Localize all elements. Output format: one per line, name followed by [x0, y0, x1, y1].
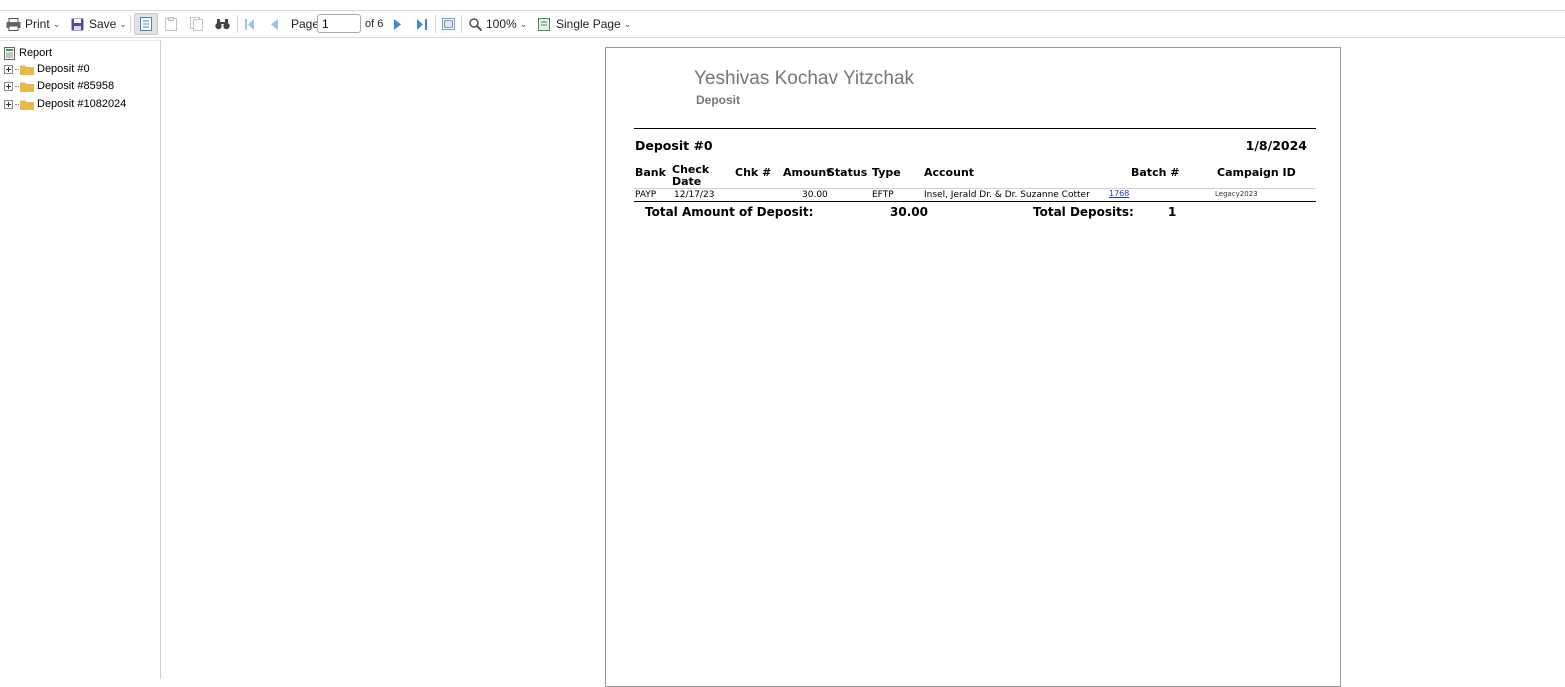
expand-icon[interactable] — [4, 99, 13, 109]
document-map-icon — [140, 17, 152, 31]
document-map-panel: Report Deposit #0 Deposit #85958 Deposit… — [0, 40, 161, 679]
column-header-account: Account — [924, 166, 975, 179]
last-page-icon — [417, 18, 427, 30]
folder-icon — [20, 100, 34, 110]
export-button[interactable] — [190, 11, 203, 37]
header-rule — [634, 128, 1316, 129]
zoom-value: 100% — [486, 17, 517, 31]
folder-icon — [20, 82, 34, 92]
tree-item-label: Deposit #85958 — [37, 80, 115, 92]
cell-bank: PAYP — [635, 190, 657, 200]
toolbar-separator — [130, 15, 131, 33]
deposit-date: 1/8/2024 — [1245, 138, 1307, 153]
toolbar-separator — [237, 15, 238, 33]
cell-amount: 30.00 — [802, 190, 828, 200]
report-icon — [4, 46, 15, 60]
total-deposits-value: 1 — [1168, 205, 1177, 219]
chevron-down-icon: ⌄ — [623, 18, 632, 29]
previous-page-button[interactable] — [271, 11, 278, 37]
cell-campaign: Legacy2023 — [1215, 190, 1258, 198]
tree-connector — [15, 68, 19, 70]
print-layout-button[interactable] — [442, 11, 455, 37]
copy-button[interactable] — [165, 11, 177, 37]
save-button[interactable]: Save ⌄ — [71, 11, 127, 37]
total-deposits-label: Total Deposits: — [1033, 205, 1134, 219]
report-subtitle: Deposit — [696, 93, 741, 107]
document-map-toggle-button[interactable] — [134, 13, 158, 35]
report-viewer-toolbar: Print ⌄ Save ⌄ Page 1 of 6 100% ⌄ Single… — [0, 11, 1565, 38]
chevron-right-icon — [394, 18, 401, 30]
report-page: Yeshivas Kochav Yitzchak Deposit Deposit… — [605, 47, 1341, 687]
folder-icon — [20, 65, 34, 75]
last-page-button[interactable] — [417, 11, 427, 37]
total-amount-label: Total Amount of Deposit: — [645, 205, 814, 219]
organization-name: Yeshivas Kochav Yitzchak — [694, 68, 915, 89]
tree-item-deposit[interactable]: Deposit #0 — [4, 61, 90, 77]
column-header-campaign: Campaign ID — [1217, 166, 1296, 179]
total-amount-value: 30.00 — [890, 205, 928, 219]
tree-root-label: Report — [19, 47, 53, 59]
column-header-check-date-line2: Date — [672, 175, 702, 188]
chevron-down-icon: ⌄ — [119, 18, 127, 29]
magnifier-icon — [469, 17, 482, 31]
print-label: Print — [25, 17, 50, 31]
cell-account: Insel, Jerald Dr. & Dr. Suzanne Cotter — [924, 190, 1090, 200]
column-header-status: Status — [827, 166, 868, 179]
tree-item-label: Deposit #1082024 — [37, 98, 127, 110]
print-layout-icon — [442, 18, 455, 30]
chevron-down-icon: ⌄ — [52, 18, 61, 29]
column-header-bank: Bank — [635, 166, 666, 179]
batch-link[interactable]: 1768 — [1109, 189, 1129, 198]
page-label: Page — [291, 17, 320, 31]
tree-connector — [15, 85, 19, 87]
documents-icon — [190, 17, 203, 31]
page-count-label: of 6 — [365, 18, 384, 30]
column-header-type: Type — [872, 166, 901, 179]
chevron-left-icon — [271, 18, 278, 30]
clipboard-icon — [165, 17, 177, 31]
zoom-dropdown[interactable]: 100% ⌄ — [469, 11, 527, 37]
find-button[interactable] — [215, 11, 230, 37]
page-number-input[interactable] — [317, 14, 361, 33]
printer-icon — [6, 17, 21, 31]
cell-check-date: 12/17/23 — [674, 190, 715, 200]
save-label: Save — [89, 17, 117, 31]
first-page-button[interactable] — [245, 11, 255, 37]
totals-rule — [634, 201, 1316, 202]
tree-item-deposit[interactable]: Deposit #1082024 — [4, 96, 126, 112]
view-mode-label: Single Page — [556, 17, 621, 31]
row-separator — [634, 188, 1316, 189]
tree-item-deposit[interactable]: Deposit #85958 — [4, 78, 114, 94]
toolbar-separator — [435, 15, 436, 33]
tree-root-report[interactable]: Report — [4, 45, 52, 61]
first-page-icon — [245, 18, 254, 30]
column-header-amount: Amount — [783, 166, 832, 179]
chevron-down-icon: ⌄ — [519, 18, 528, 29]
tree-item-label: Deposit #0 — [37, 63, 90, 75]
floppy-disk-icon — [71, 18, 84, 30]
print-button[interactable]: Print ⌄ — [6, 11, 60, 37]
column-header-chk-no: Chk # — [735, 166, 772, 179]
single-page-icon — [538, 17, 550, 31]
tree-connector — [15, 103, 19, 105]
expand-icon[interactable] — [4, 64, 13, 74]
cell-type: EFTP — [872, 190, 894, 200]
column-header-check-date: Check Date — [672, 164, 709, 188]
view-mode-dropdown[interactable]: Single Page ⌄ — [538, 11, 631, 37]
next-page-button[interactable] — [394, 11, 401, 37]
column-header-batch: Batch # — [1131, 166, 1180, 179]
deposit-title: Deposit #0 — [635, 138, 713, 153]
binoculars-icon — [215, 19, 230, 30]
toolbar-separator — [461, 15, 462, 33]
expand-icon[interactable] — [4, 81, 13, 91]
